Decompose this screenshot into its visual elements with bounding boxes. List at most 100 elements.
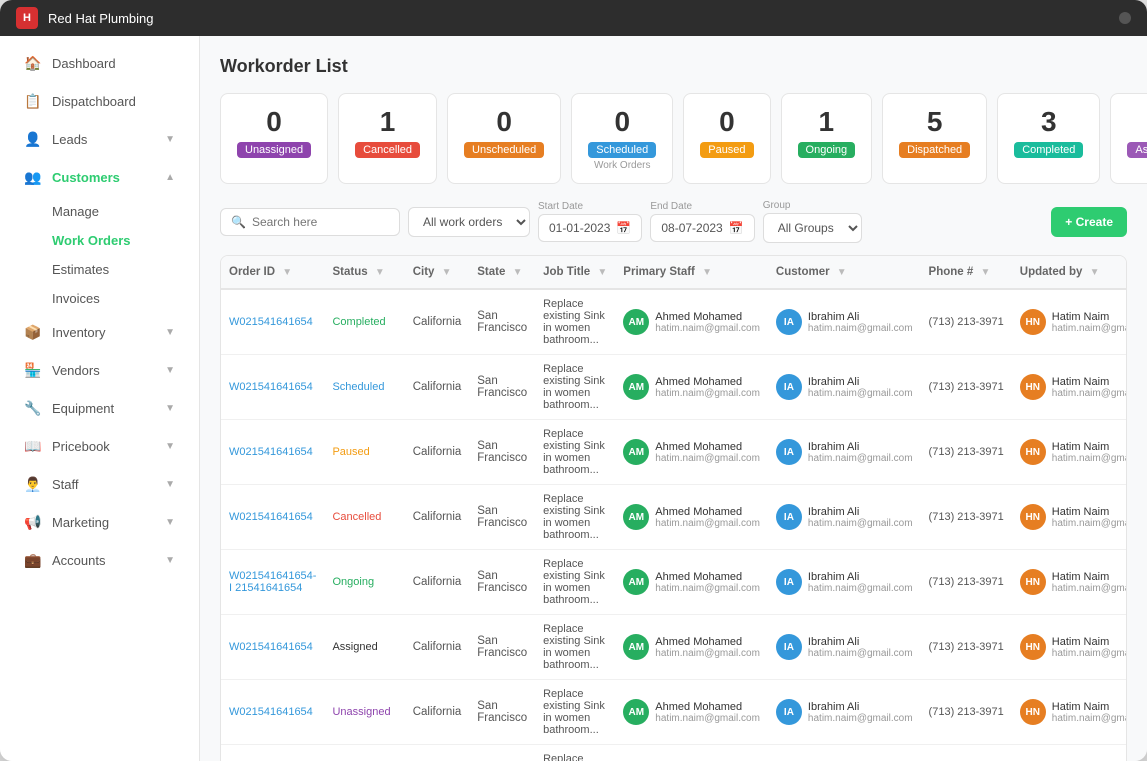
filter-icon-order[interactable]: ▼ (282, 267, 292, 278)
customers-submenu: Manage Work Orders Estimates Invoices (0, 197, 199, 313)
customer-email: hatim.naim@gmail.com (808, 323, 913, 334)
sidebar-item-equipment[interactable]: 🔧 Equipment ▼ (8, 390, 191, 427)
sidebar-item-dispatchboard[interactable]: 📋 Dispatchboard (8, 83, 191, 120)
window-control[interactable] (1119, 12, 1131, 24)
staff-avatar: AM (623, 634, 649, 660)
stat-label-ongoing: Ongoing (798, 142, 856, 158)
filter-icon-state[interactable]: ▼ (513, 267, 523, 278)
status-badge: Paused (332, 446, 369, 458)
job-title-text: Replace existing Sink in women bathroom.… (543, 558, 605, 606)
start-date-filter[interactable]: 01-01-2023 📅 (538, 214, 642, 242)
phone-number: (713) 213-3971 (929, 446, 1004, 458)
updater-name: Hatim Naim (1052, 311, 1127, 323)
customer-avatar: IA (776, 504, 802, 530)
filter-icon-city[interactable]: ▼ (442, 267, 452, 278)
customer-cell: IA Ibrahim Ali hatim.naim@gmail.com (776, 504, 913, 530)
sidebar-sub-work-orders[interactable]: Work Orders (44, 226, 199, 255)
customer-info: Ibrahim Ali hatim.naim@gmail.com (808, 636, 913, 659)
stat-card-unscheduled[interactable]: 0 Unscheduled (447, 93, 561, 184)
filter-icon-status[interactable]: ▼ (375, 267, 385, 278)
sidebar-item-pricebook[interactable]: 📖 Pricebook ▼ (8, 428, 191, 465)
customer-info: Ibrahim Ali hatim.naim@gmail.com (808, 376, 913, 399)
sidebar-sub-manage[interactable]: Manage (44, 197, 199, 226)
filter-icon-phone[interactable]: ▼ (980, 267, 990, 278)
customer-info: Ibrahim Ali hatim.naim@gmail.com (808, 701, 913, 724)
sidebar-item-customers[interactable]: 👥 Customers ▲ (8, 159, 191, 196)
sidebar-item-dashboard[interactable]: 🏠 Dashboard (8, 45, 191, 82)
staff-email: hatim.naim@gmail.com (655, 388, 760, 399)
staff-info: Ahmed Mohamed hatim.naim@gmail.com (655, 571, 760, 594)
sidebar-label-vendors: Vendors (52, 363, 100, 378)
start-date-value: 01-01-2023 (549, 221, 610, 235)
cell-city: California (405, 745, 470, 761)
primary-staff-cell: AM Ahmed Mohamed hatim.naim@gmail.com (623, 634, 760, 660)
create-button[interactable]: + Create (1051, 207, 1127, 237)
staff-info: Ahmed Mohamed hatim.naim@gmail.com (655, 506, 760, 529)
staff-email: hatim.naim@gmail.com (655, 648, 760, 659)
cell-order-id: W021541641654 (221, 680, 324, 745)
search-box[interactable]: 🔍 (220, 208, 400, 236)
stat-label-unassigned: Unassigned (237, 142, 311, 158)
customers-arrow: ▲ (165, 172, 175, 183)
sidebar-sub-estimates[interactable]: Estimates (44, 255, 199, 284)
updated-by-cell: HN Hatim Naim hatim.naim@gmail.com (1020, 699, 1127, 725)
main-content: Workorder List 0 Unassigned 1 Cancelled … (200, 36, 1147, 761)
order-link[interactable]: W021541641654 (229, 706, 313, 718)
order-link[interactable]: W021541641654 (229, 316, 313, 328)
search-input[interactable] (252, 215, 372, 229)
sidebar-label-dashboard: Dashboard (52, 56, 116, 71)
col-updated-by: Updated by ▼ (1012, 256, 1127, 289)
cell-state: San Francisco (469, 615, 535, 680)
customer-info: Ibrahim Ali hatim.naim@gmail.com (808, 506, 913, 529)
sidebar-item-staff[interactable]: 👨‍💼 Staff ▼ (8, 466, 191, 503)
table-row: W021541641654 Completed California San F… (221, 289, 1127, 355)
sidebar-item-inventory[interactable]: 📦 Inventory ▼ (8, 314, 191, 351)
filter-icon-staff[interactable]: ▼ (702, 267, 712, 278)
table-header-row: Order ID ▼ Status ▼ City ▼ State ▼ Job T… (221, 256, 1127, 289)
stat-card-unassigned[interactable]: 0 Unassigned (220, 93, 328, 184)
cell-updated-by: HN Hatim Naim hatim.naim@gmail.com (1012, 485, 1127, 550)
sidebar-sub-invoices[interactable]: Invoices (44, 284, 199, 313)
stat-count-cancelled: 1 (355, 106, 420, 138)
filter-icon-updated-by[interactable]: ▼ (1090, 267, 1100, 278)
order-link[interactable]: W021541641654-I 21541641654 (229, 570, 316, 594)
sidebar-item-accounts[interactable]: 💼 Accounts ▼ (8, 542, 191, 579)
phone-number: (713) 213-3971 (929, 641, 1004, 653)
work-orders-select[interactable]: All work orders (408, 207, 530, 237)
order-link[interactable]: W021541641654 (229, 641, 313, 653)
stat-card-dispatched[interactable]: 5 Dispatched (882, 93, 987, 184)
cell-city: California (405, 550, 470, 615)
staff-email: hatim.naim@gmail.com (655, 323, 760, 334)
stat-label-completed: Completed (1014, 142, 1083, 158)
table-row: W021541641654 Assigned California San Fr… (221, 615, 1127, 680)
customer-name: Ibrahim Ali (808, 701, 913, 713)
cell-status: Unscheduled (324, 745, 404, 761)
stat-count-unscheduled: 0 (464, 106, 544, 138)
group-select[interactable]: All Groups (763, 213, 862, 243)
col-order-id: Order ID ▼ (221, 256, 324, 289)
stat-card-completed[interactable]: 3 Completed (997, 93, 1100, 184)
order-link[interactable]: W021541641654 (229, 511, 313, 523)
sidebar-item-vendors[interactable]: 🏪 Vendors ▼ (8, 352, 191, 389)
order-link[interactable]: W021541641654 (229, 381, 313, 393)
stat-card-scheduled[interactable]: 0 Scheduled Work Orders (571, 93, 673, 184)
cell-state: San Francisco (469, 289, 535, 355)
updater-name: Hatim Naim (1052, 441, 1127, 453)
filter-icon-job[interactable]: ▼ (597, 267, 607, 278)
staff-name: Ahmed Mohamed (655, 571, 760, 583)
page-title: Workorder List (220, 56, 1127, 77)
stat-card-ongoing[interactable]: 1 Ongoing (781, 93, 873, 184)
sidebar-item-leads[interactable]: 👤 Leads ▼ (8, 121, 191, 158)
cell-state: San Francisco (469, 745, 535, 761)
stat-card-paused[interactable]: 0 Paused (683, 93, 770, 184)
stat-card-cancelled[interactable]: 1 Cancelled (338, 93, 437, 184)
sidebar-item-marketing[interactable]: 📢 Marketing ▼ (8, 504, 191, 541)
sidebar-label-customers: Customers (52, 170, 120, 185)
end-date-filter[interactable]: 08-07-2023 📅 (650, 214, 754, 242)
order-link[interactable]: W021541641654 (229, 446, 313, 458)
sidebar-label-leads: Leads (52, 132, 87, 147)
filter-icon-customer[interactable]: ▼ (837, 267, 847, 278)
stat-card-assigned[interactable]: 3 Assigned (1110, 93, 1147, 184)
stat-count-completed: 3 (1014, 106, 1083, 138)
stat-label-unscheduled: Unscheduled (464, 142, 544, 158)
